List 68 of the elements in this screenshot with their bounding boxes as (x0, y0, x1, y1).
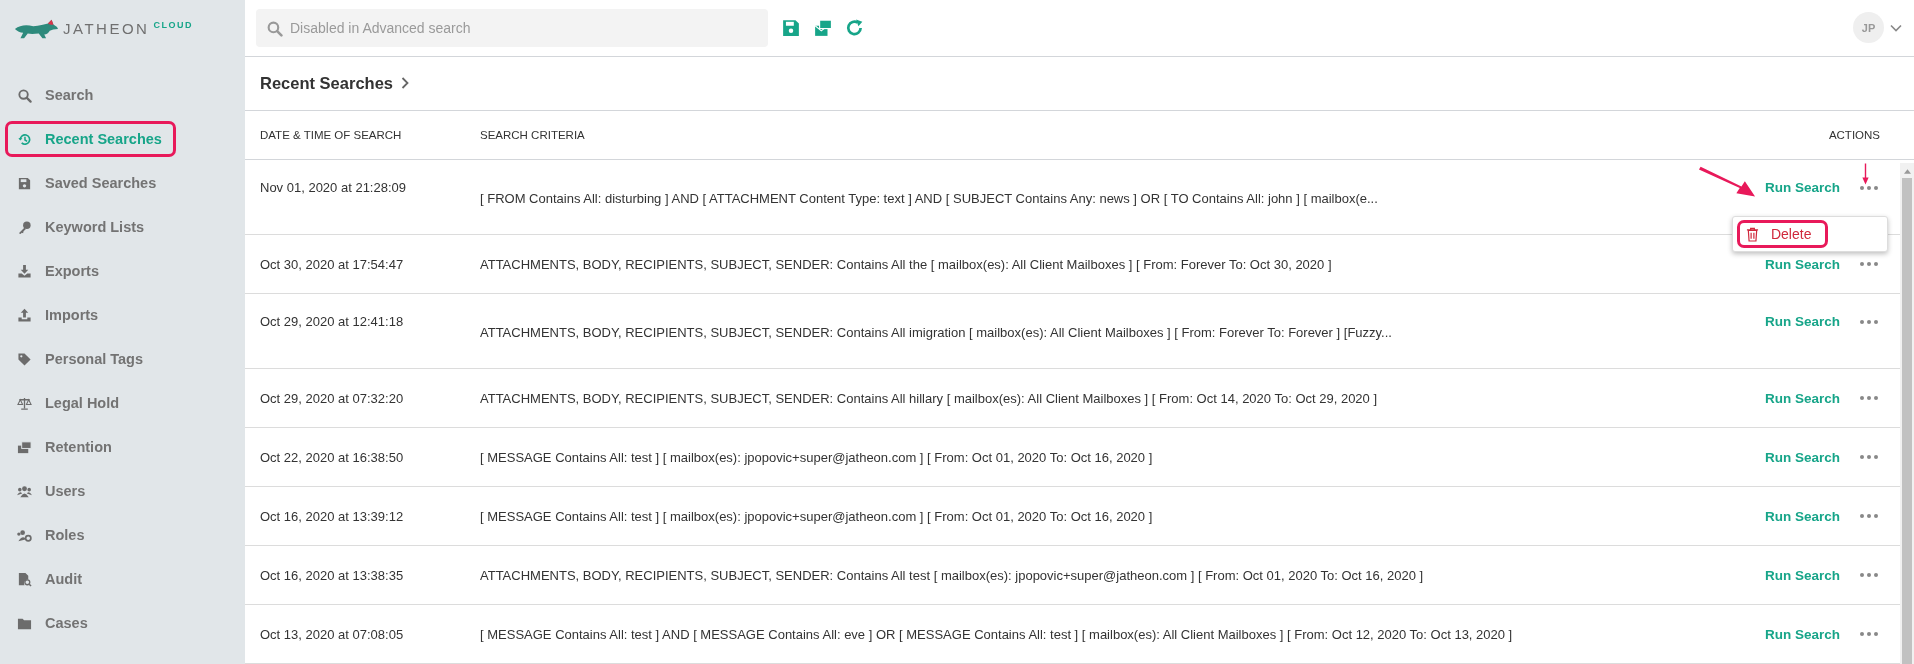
run-search-link[interactable]: Run Search (1764, 256, 1840, 272)
sidebar-item[interactable]: Retention (5, 429, 176, 465)
user-avatar[interactable]: JP (1853, 12, 1884, 44)
key-icon (17, 219, 32, 235)
table-cell-text: ATTACHMENTS, BODY, RECIPIENTS, SUBJECT, SENDER: Contains All hillary [ mailbox(es): All Client Mailboxes ] [ From: Oct 14, 2020 To: Oct 29, 2020 ] (480, 390, 1379, 406)
users-icon (17, 483, 32, 499)
column-header: DATE & TIME OF SEARCH (260, 129, 403, 142)
sidebar-item[interactable]: Cases (5, 605, 176, 641)
sidebar-item[interactable]: Users (5, 473, 176, 509)
table-cell-text: Oct 30, 2020 at 17:54:47 (260, 256, 405, 272)
search-icon (17, 87, 32, 103)
brand-name: JATHEON (63, 20, 150, 37)
table-cell-text: Oct 16, 2020 at 13:39:12 (260, 508, 405, 524)
scroll-up-icon[interactable] (1903, 169, 1911, 174)
table-cell-text: [ FROM Contains All: disturbing ] AND [ ATTACHMENT Content Type: text ] AND [ SUBJECT Contains Any: news ] OR [ TO Contains All: john ] [ mailbox(e... (480, 190, 1379, 206)
table-cell-text: ATTACHMENTS, BODY, RECIPIENTS, SUBJECT, SENDER: Contains All test [ mailbox(es): jpopovic+super@jatheon.com ] [ From: Oct 01, 2020 To: Oct 16, 2020 ] (480, 567, 1425, 583)
search-icon (266, 19, 283, 37)
column-header: SEARCH CRITERIA (480, 129, 586, 142)
table-cell-text: Nov 01, 2020 at 21:28:09 (260, 179, 407, 195)
page-title: Recent Searches (260, 73, 393, 93)
table-cell-text: ATTACHMENTS, BODY, RECIPIENTS, SUBJECT, SENDER: Contains All the [ mailbox(es): All Client Mailboxes ] [ From: Forever To: Oct 30, 2020 ] (480, 256, 1333, 272)
table-cell-text: Oct 13, 2020 at 07:08:05 (260, 626, 405, 642)
annotation-arrow (1862, 163, 1869, 185)
audit-icon (17, 571, 32, 587)
sidebar-item[interactable]: Keyword Lists (5, 209, 176, 245)
scale-icon (17, 395, 32, 411)
run-search-link[interactable]: Run Search (1764, 567, 1840, 583)
chevron-down-icon[interactable] (1890, 23, 1902, 32)
sidebar-item[interactable]: Audit (5, 561, 176, 597)
table-cell-text: ATTACHMENTS, BODY, RECIPIENTS, SUBJECT, SENDER: Contains All imigration [ mailbox(es): All Client Mailboxes ] [ From: Forever To: Forever ] [Fuzzy... (480, 324, 1393, 340)
sidebar-item[interactable]: Saved Searches (5, 165, 176, 201)
refresh-icon[interactable] (846, 18, 864, 37)
save-icon[interactable] (782, 18, 800, 37)
scrollbar-thumb[interactable] (1902, 178, 1912, 664)
sidebar-item[interactable]: Exports (5, 253, 176, 289)
sidebar-item[interactable]: Imports (5, 297, 176, 333)
table-cell-text: Oct 29, 2020 at 07:32:20 (260, 390, 405, 406)
table-cell-text: [ MESSAGE Contains All: test ] AND [ MESSAGE Contains All: eve ] OR [ MESSAGE Contains All: test ] [ mailbox(es): All Client Mailboxes ] [ From: Oct 12, 2020 To: Oct 13, 2020 ] (480, 626, 1514, 642)
save-icon (17, 175, 32, 191)
sidebar-item[interactable]: Recent Searches (5, 121, 176, 157)
sidebar-item[interactable]: Roles (5, 517, 176, 553)
history-icon (17, 131, 32, 147)
sidebar-item[interactable]: Personal Tags (5, 341, 176, 377)
run-search-link[interactable]: Run Search (1764, 314, 1840, 329)
run-search-link[interactable]: Run Search (1764, 626, 1840, 642)
sidebar-item[interactable]: Legal Hold (5, 385, 176, 421)
table-cell-text: Oct 22, 2020 at 16:38:50 (260, 449, 405, 465)
run-search-link[interactable]: Run Search (1764, 508, 1840, 524)
trash-icon (1745, 226, 1759, 242)
tag-icon (17, 351, 32, 367)
fox-logo-icon (13, 17, 59, 40)
run-search-link[interactable]: Run Search (1764, 180, 1840, 195)
run-search-link[interactable]: Run Search (1764, 390, 1840, 406)
upload-icon (17, 307, 32, 323)
envelopes-icon[interactable] (814, 18, 832, 37)
sidebar-item[interactable]: Search (5, 77, 176, 113)
chevron-right-icon (401, 77, 409, 90)
download-icon (17, 263, 32, 279)
run-search-link[interactable]: Run Search (1764, 449, 1840, 465)
search-field[interactable]: Disabled in Advanced search (256, 8, 768, 47)
scrollbar[interactable] (1900, 163, 1914, 664)
column-header: ACTIONS (1827, 129, 1881, 142)
menu-item[interactable]: Delete (1736, 220, 1829, 248)
brand-suffix: CLOUD (153, 19, 193, 30)
table-cell-text: [ MESSAGE Contains All: test ] [ mailbox(es): jpopovic+super@jatheon.com ] [ From: Oct 01, 2020 To: Oct 16, 2020 ] (480, 508, 1154, 524)
table-cell-text: [ MESSAGE Contains All: test ] [ mailbox(es): jpopovic+super@jatheon.com ] [ From: Oct 01, 2020 To: Oct 16, 2020 ] (480, 449, 1154, 465)
table-cell-text: Oct 29, 2020 at 12:41:18 (260, 313, 405, 329)
table-cell-text: Oct 16, 2020 at 13:38:35 (260, 567, 405, 583)
